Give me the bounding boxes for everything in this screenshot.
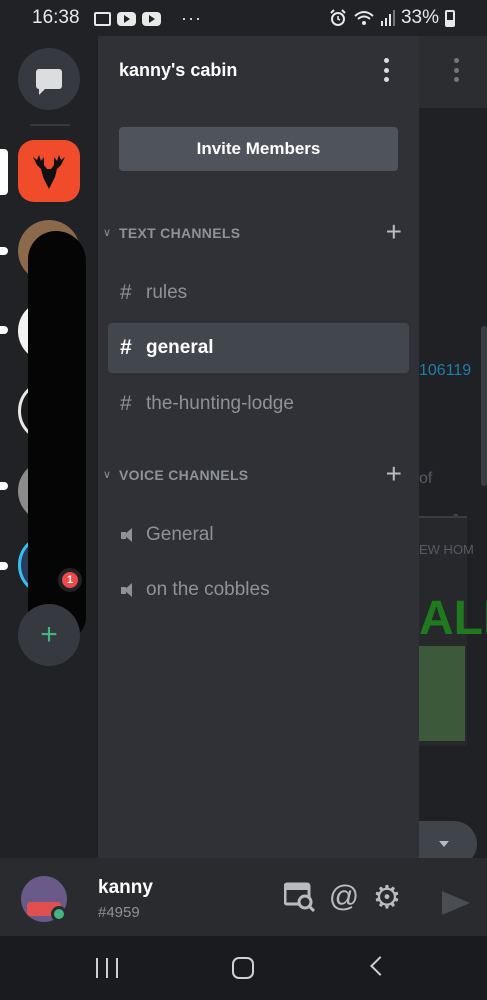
deer-antlers-logo xyxy=(33,155,65,189)
voice-channel-general[interactable]: General xyxy=(108,510,409,560)
channel-name: on the cobbles xyxy=(146,579,270,600)
add-server-button[interactable]: + xyxy=(18,604,80,666)
server-list-separator xyxy=(30,124,70,126)
gallery-icon xyxy=(94,11,111,26)
gear-icon[interactable]: ⚙ xyxy=(370,879,404,915)
channel-rules[interactable]: # rules xyxy=(108,268,409,318)
signal-icon xyxy=(380,10,395,26)
status-notification-icons: ··· xyxy=(94,8,202,29)
message-text-fragment: of xyxy=(419,470,433,487)
recents-button[interactable] xyxy=(96,958,118,978)
wifi-icon xyxy=(354,11,374,25)
message-link-fragment: 106119 xyxy=(419,362,472,379)
back-button[interactable] xyxy=(370,956,390,976)
embed-image xyxy=(419,646,465,741)
status-bar: 16:38 ··· 33% xyxy=(0,0,487,36)
category-label: VOICE CHANNELS xyxy=(119,467,249,483)
add-text-channel-icon[interactable]: + xyxy=(386,218,402,246)
hashtag-icon: # xyxy=(120,281,132,304)
status-time: 16:38 xyxy=(32,7,80,28)
channel-the-hunting-lodge[interactable]: # the-hunting-lodge xyxy=(108,379,409,429)
battery-icon xyxy=(445,9,455,27)
username: kanny xyxy=(98,877,153,898)
embed-header-fragment: EW HOM xyxy=(419,542,474,557)
server-header[interactable]: kanny's cabin xyxy=(98,36,419,108)
unread-indicator xyxy=(0,326,8,334)
category-text-channels[interactable]: ∨ TEXT CHANNELS + xyxy=(98,218,419,248)
channel-name: General xyxy=(146,524,214,545)
channel-general[interactable]: # general xyxy=(108,323,409,373)
android-navigation-bar xyxy=(0,936,487,1000)
chat-bubble-icon xyxy=(36,69,62,95)
server-name: kanny's cabin xyxy=(119,60,238,80)
server-list: 1 + xyxy=(0,36,98,858)
user-tag: #4959 xyxy=(98,904,140,921)
channel-sidebar: kanny's cabin Invite Members ∨ TEXT CHAN… xyxy=(98,36,419,858)
unread-indicator xyxy=(0,562,8,570)
server-icon-kannys-cabin[interactable] xyxy=(18,140,80,202)
speaker-icon xyxy=(120,527,146,543)
channel-name: the-hunting-lodge xyxy=(146,393,294,414)
scrollbar[interactable] xyxy=(481,326,487,486)
speaker-icon xyxy=(120,582,146,598)
battery-percent: 33% xyxy=(400,7,439,28)
server-menu-icon[interactable] xyxy=(383,58,389,82)
status-system-icons: 33% xyxy=(329,7,455,29)
embed-dash: - xyxy=(453,506,459,523)
user-panel: kanny #4959 @ ⚙ xyxy=(0,858,487,936)
chat-menu-icon[interactable] xyxy=(454,58,460,82)
youtube-icon xyxy=(142,11,161,26)
voice-channel-on-the-cobbles[interactable]: on the cobbles xyxy=(108,565,409,615)
channel-name: rules xyxy=(146,282,188,303)
send-icon[interactable] xyxy=(442,891,470,915)
alarm-icon xyxy=(330,9,346,26)
add-voice-channel-icon[interactable]: + xyxy=(386,460,402,488)
channel-name: general xyxy=(146,337,214,358)
invite-members-button[interactable]: Invite Members xyxy=(119,127,398,171)
hashtag-icon: # xyxy=(120,392,132,415)
hashtag-icon: # xyxy=(120,336,132,359)
more-notifications-icon: ··· xyxy=(181,8,202,28)
unread-indicator xyxy=(0,247,8,255)
home-button[interactable] xyxy=(232,957,254,979)
mention-badge: 1 xyxy=(58,568,82,592)
category-label: TEXT CHANNELS xyxy=(119,225,241,241)
online-status-icon xyxy=(51,906,67,922)
youtube-icon xyxy=(117,11,136,26)
direct-messages-button[interactable] xyxy=(18,48,80,110)
server-browse-icon[interactable] xyxy=(283,880,317,914)
chevron-down-icon: ∨ xyxy=(103,227,112,239)
category-voice-channels[interactable]: ∨ VOICE CHANNELS + xyxy=(98,460,419,490)
chat-area-peek[interactable]: 106119 of - EW HOM ALE xyxy=(419,36,487,858)
embed-title-fragment: ALE xyxy=(419,592,487,645)
mentions-icon[interactable]: @ xyxy=(327,880,361,914)
chevron-down-icon: ∨ xyxy=(103,469,112,481)
unread-indicator xyxy=(0,482,8,490)
active-server-indicator xyxy=(0,149,8,195)
chat-header xyxy=(419,36,487,108)
jump-to-present-button[interactable] xyxy=(419,821,477,858)
